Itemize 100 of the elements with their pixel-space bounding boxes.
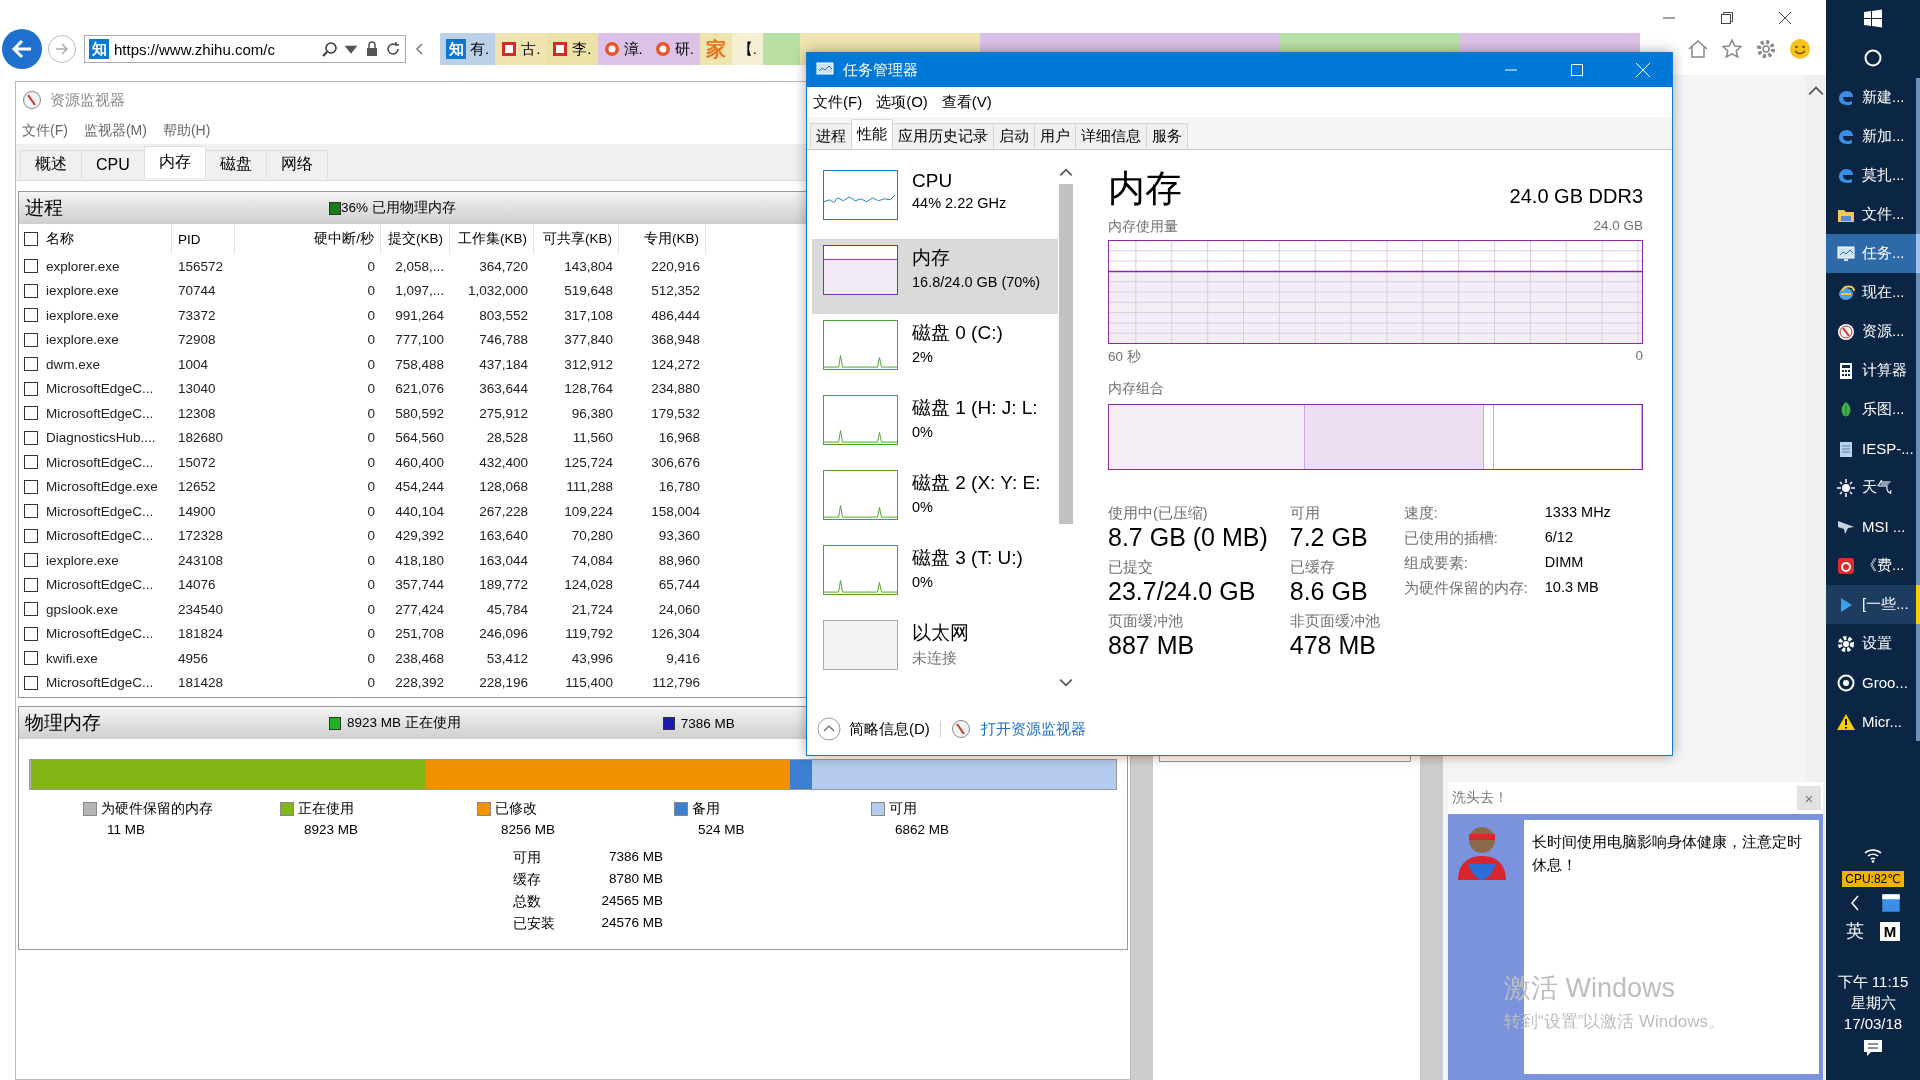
taskbar-item[interactable]: MSI ...	[1826, 507, 1920, 546]
favorite-tab[interactable]: 研.	[648, 33, 700, 65]
clock-date[interactable]: 17/03/18	[1843, 1015, 1903, 1032]
row-checkbox[interactable]	[24, 381, 38, 396]
column-header[interactable]: 名称	[46, 230, 74, 248]
menu-item[interactable]: 选项(O)	[876, 92, 928, 112]
taskbar-item[interactable]: 乐图...	[1826, 390, 1920, 429]
row-checkbox[interactable]	[24, 626, 38, 641]
input-language[interactable]: 英	[1845, 919, 1864, 943]
taskbar-item[interactable]: IESP-...	[1826, 429, 1920, 468]
taskbar-item[interactable]: [一些...	[1826, 585, 1920, 624]
open-resource-monitor-link[interactable]: 打开资源监视器	[980, 719, 1086, 739]
row-checkbox[interactable]	[24, 283, 38, 298]
clock-time[interactable]: 下午 11:15	[1837, 973, 1909, 992]
taskbar-item[interactable]: 莫扎...	[1826, 156, 1920, 195]
row-checkbox[interactable]	[24, 479, 38, 494]
close-button[interactable]: ×	[1797, 786, 1821, 810]
taskbar-item[interactable]: 天气	[1826, 468, 1920, 507]
tab[interactable]: 进程	[810, 123, 852, 149]
spec-label: 速度:	[1403, 504, 1439, 523]
refresh-icon[interactable]	[385, 41, 401, 57]
taskbar-item[interactable]: 计算器	[1826, 351, 1920, 390]
favorite-tab[interactable]: 漳.	[597, 33, 649, 65]
device-item[interactable]: 磁盘 1 (H: J: L: 0%	[812, 389, 1058, 464]
back-button[interactable]	[2, 29, 42, 69]
search-circle-icon[interactable]	[1863, 48, 1883, 68]
legend-label: 正在使用	[298, 800, 354, 818]
row-checkbox[interactable]	[24, 528, 38, 543]
table-cell: explorer.exe	[46, 258, 120, 274]
clock-weekday[interactable]: 星期六	[1850, 994, 1896, 1013]
taskbar-item[interactable]: 新建...	[1826, 78, 1920, 117]
table-cell: MicrosoftEdgeC...	[46, 405, 154, 421]
row-checkbox[interactable]	[24, 504, 38, 519]
device-item[interactable]: 磁盘 3 (T: U:) 0%	[812, 539, 1058, 614]
device-detail: 44% 2.22 GHz	[912, 195, 1007, 211]
row-checkbox[interactable]	[24, 577, 38, 592]
table-cell-text: 21,724	[570, 601, 614, 617]
device-item[interactable]: 内存 16.8/24.0 GB (70%)	[812, 239, 1058, 314]
row-checkbox[interactable]	[24, 455, 38, 470]
menu-item[interactable]: 文件(F)	[813, 92, 863, 112]
device-item[interactable]: 磁盘 2 (X: Y: E: 0%	[812, 464, 1058, 539]
favorite-tab[interactable]: 古.	[495, 33, 547, 65]
fewer-details-button[interactable]: 简略信息(D)	[817, 717, 930, 741]
search-icon[interactable]	[322, 41, 338, 57]
taskbar-item[interactable]: 新加...	[1826, 117, 1920, 156]
row-checkbox[interactable]	[24, 332, 38, 347]
address-bar[interactable]: 知 https://www.zhihu.com/c	[84, 35, 406, 63]
device-item[interactable]: 以太网 未连接	[812, 614, 1058, 689]
row-checkbox[interactable]	[24, 406, 38, 421]
column-header[interactable]: 专用(KB)	[619, 224, 706, 254]
row-checkbox[interactable]	[24, 357, 38, 372]
windows-logo-icon[interactable]	[1863, 9, 1883, 29]
tab[interactable]: 用户	[1034, 123, 1076, 149]
taskbar-item[interactable]: 资源...	[1826, 312, 1920, 351]
row-checkbox[interactable]	[24, 259, 38, 274]
tab[interactable]: 应用历史记录	[892, 123, 994, 149]
menu-item[interactable]: 文件(F)	[22, 122, 68, 140]
settings-icon[interactable]	[1754, 37, 1778, 61]
device-item[interactable]: 磁盘 0 (C:) 2%	[812, 314, 1058, 389]
tab[interactable]: 内存	[143, 146, 206, 178]
taskbar-item[interactable]: 设置	[1826, 624, 1920, 663]
row-checkbox[interactable]	[24, 308, 38, 323]
window-icon[interactable]	[1881, 893, 1901, 913]
menu-item[interactable]: 帮助(H)	[162, 122, 211, 140]
home-icon[interactable]	[1686, 37, 1710, 61]
menu-item[interactable]: 监视器(M)	[83, 122, 147, 140]
column-header[interactable]: 工作集(KB)	[450, 224, 534, 254]
column-header[interactable]: PID	[172, 224, 235, 254]
row-checkbox[interactable]	[24, 602, 38, 617]
favorite-tab[interactable]: 李.	[546, 33, 598, 65]
row-checkbox[interactable]	[24, 651, 38, 666]
star-icon[interactable]	[1720, 37, 1744, 61]
legend-label: 为硬件保留的内存	[101, 800, 213, 818]
select-all-checkbox[interactable]	[24, 232, 38, 246]
row-checkbox[interactable]	[24, 675, 38, 690]
cpu-temperature-badge[interactable]: CPU:82℃	[1842, 871, 1904, 887]
taskbar-item[interactable]: 现在...	[1826, 273, 1920, 312]
favorite-tab[interactable]: 知 有.	[440, 33, 496, 65]
taskbar-item[interactable]: Groo...	[1826, 663, 1920, 702]
input-mode[interactable]: M	[1879, 921, 1901, 941]
column-header[interactable]: 提交(KB)	[381, 224, 450, 254]
tab[interactable]: 性能	[851, 119, 893, 149]
table-cell-text: 156572	[177, 258, 225, 274]
tab[interactable]: 概述	[20, 150, 82, 178]
favorite-tab[interactable]: 【.	[731, 33, 764, 65]
tab[interactable]: 启动	[993, 123, 1035, 149]
taskbar-item[interactable]: Micr...	[1826, 702, 1920, 741]
column-header[interactable]: 硬中断/秒	[235, 224, 381, 254]
tab[interactable]: 详细信息	[1075, 123, 1147, 149]
notification-icon[interactable]	[1863, 1038, 1883, 1058]
smiley-icon[interactable]	[1788, 37, 1812, 61]
menu-item[interactable]: 查看(V)	[941, 92, 992, 112]
row-checkbox[interactable]	[24, 553, 38, 568]
column-header[interactable]: 可共享(KB)	[534, 224, 619, 254]
tab[interactable]: 网络	[265, 150, 328, 178]
device-item[interactable]: CPU 44% 2.22 GHz	[812, 164, 1058, 239]
taskbar-item[interactable]: 任务...	[1826, 234, 1920, 273]
row-checkbox[interactable]	[24, 430, 38, 445]
tab[interactable]: 服务	[1146, 123, 1188, 149]
table-cell-text: 243108	[177, 552, 225, 568]
